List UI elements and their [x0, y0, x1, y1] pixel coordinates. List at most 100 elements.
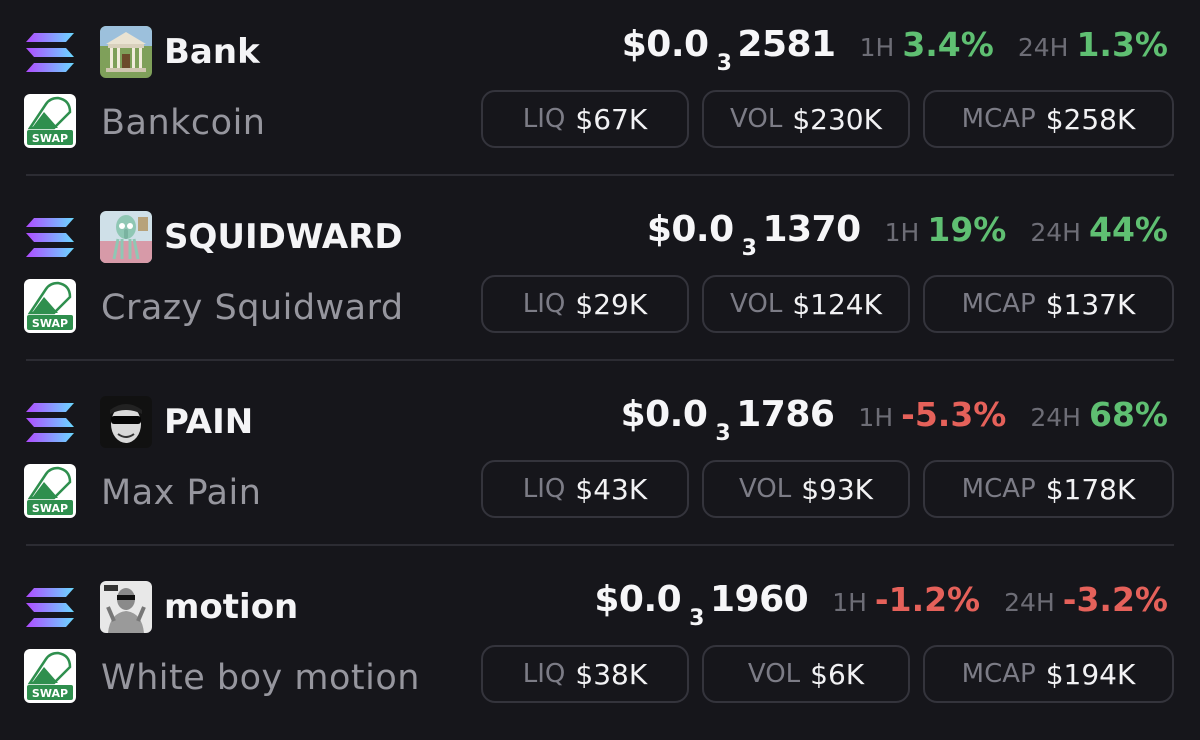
token-avatar-motion: [100, 581, 152, 633]
volume-pill: VOL $93K: [702, 460, 910, 518]
price-stats: $0.0 3 1370 1H 19% 24H 44%: [647, 209, 1168, 261]
price-prefix: $0.0: [621, 24, 709, 65]
liquidity-pill: LIQ $43K: [481, 460, 689, 518]
liquidity-pill: LIQ $67K: [481, 90, 689, 148]
swap-icon-label: SWAP: [32, 132, 68, 145]
change-24h: -3.2%: [1062, 580, 1168, 619]
liq-label: LIQ: [522, 474, 566, 504]
mcap-value: $258K: [1045, 102, 1136, 136]
solana-icon: [26, 33, 74, 72]
token-list: SWAP Bank Bankcoin $0.0 3 2581 1H 3.4% 2…: [0, 0, 1200, 724]
change-1h: -1.2%: [874, 580, 981, 619]
swap-icon: SWAP: [24, 464, 76, 518]
squidward-avatar: [100, 211, 152, 263]
token-name: White boy motion: [101, 658, 420, 698]
vol-label: VOL: [730, 104, 783, 134]
price-digits: 1960: [709, 579, 809, 620]
token-name: Max Pain: [101, 473, 262, 513]
price-stats: $0.0 3 2581 1H 3.4% 24H 1.3%: [622, 24, 1168, 76]
vol-value: $124K: [792, 287, 882, 321]
token-row[interactable]: SWAP PAIN Max Pain $0.0 3 1786 1H -5.3% …: [0, 370, 1200, 555]
market-cap-pill: MCAP $178K: [923, 460, 1174, 518]
motion-person-avatar: [100, 581, 152, 633]
period-24h-label: 24H: [1004, 588, 1055, 617]
vol-label: VOL: [747, 659, 801, 689]
row-divider: [26, 174, 1174, 176]
mcap-label: MCAP: [961, 104, 1036, 134]
liq-label: LIQ: [522, 289, 566, 319]
period-1h-label: 1H: [858, 403, 894, 432]
solana-icon: [26, 218, 74, 257]
change-24h: 44%: [1089, 210, 1168, 249]
liq-value: $29K: [575, 287, 648, 321]
swap-icon-label: SWAP: [32, 687, 68, 700]
period-24h-label: 24H: [1030, 403, 1081, 432]
price-digits: 1786: [736, 394, 835, 435]
mcap-label: MCAP: [961, 659, 1036, 689]
price-zero-count: 3: [741, 236, 757, 261]
price-prefix: $0.0: [646, 209, 734, 250]
change-24h: 1.3%: [1076, 25, 1168, 64]
market-cap-pill: MCAP $137K: [923, 275, 1174, 333]
volume-pill: VOL $230K: [702, 90, 910, 148]
price-zero-count: 3: [716, 51, 732, 76]
liq-value: $38K: [575, 657, 648, 691]
token-symbol: SQUIDWARD: [164, 217, 403, 257]
liquidity-pill: LIQ $38K: [481, 645, 689, 703]
volume-pill: VOL $124K: [702, 275, 910, 333]
price-stats: $0.0 3 1960 1H -1.2% 24H -3.2%: [594, 579, 1168, 631]
price-digits: 2581: [737, 24, 836, 65]
change-1h: 3.4%: [902, 25, 994, 64]
volume-pill: VOL $6K: [702, 645, 910, 703]
token-symbol: Bank: [164, 32, 260, 72]
liq-value: $43K: [575, 472, 648, 506]
liq-label: LIQ: [522, 659, 566, 689]
mcap-label: MCAP: [961, 289, 1036, 319]
period-24h-label: 24H: [1030, 218, 1081, 247]
liquidity-pill: LIQ $29K: [481, 275, 689, 333]
token-avatar-squidward: [100, 211, 152, 263]
vol-label: VOL: [730, 289, 783, 319]
solana-icon: [26, 588, 74, 627]
token-row[interactable]: SWAP SQUIDWARD Crazy Squidward $0.0 3 13…: [0, 185, 1200, 370]
mcap-value: $178K: [1045, 472, 1136, 506]
token-row[interactable]: SWAP Bank Bankcoin $0.0 3 2581 1H 3.4% 2…: [0, 0, 1200, 185]
row-divider: [26, 359, 1174, 361]
change-24h: 68%: [1089, 395, 1168, 434]
row-divider: [26, 544, 1174, 546]
swap-icon-label: SWAP: [32, 317, 68, 330]
token-row[interactable]: SWAP motion White boy motion $0.0 3 1960…: [0, 555, 1200, 740]
vol-value: $6K: [810, 657, 865, 691]
token-symbol: motion: [164, 587, 299, 627]
token-avatar-pain: [100, 396, 152, 448]
price-digits: 1370: [762, 209, 861, 250]
price-zero-count: 3: [689, 606, 704, 631]
price-zero-count: 3: [715, 421, 731, 446]
bank-building-avatar: [100, 26, 152, 78]
price-prefix: $0.0: [594, 579, 682, 620]
market-cap-pill: MCAP $194K: [923, 645, 1174, 703]
period-24h-label: 24H: [1017, 33, 1069, 62]
pain-face-avatar: [100, 396, 152, 448]
swap-icon: SWAP: [24, 94, 76, 148]
period-1h-label: 1H: [832, 588, 867, 617]
swap-icon-label: SWAP: [32, 502, 68, 515]
change-1h: 19%: [927, 210, 1007, 249]
mcap-value: $194K: [1045, 657, 1136, 691]
liq-value: $67K: [575, 102, 648, 136]
swap-icon: SWAP: [24, 649, 76, 703]
price-stats: $0.0 3 1786 1H -5.3% 24H 68%: [621, 394, 1168, 446]
token-symbol: PAIN: [164, 402, 254, 442]
liq-label: LIQ: [522, 104, 566, 134]
mcap-label: MCAP: [961, 474, 1036, 504]
solana-icon: [26, 403, 74, 442]
period-1h-label: 1H: [859, 33, 895, 62]
change-1h: -5.3%: [901, 395, 1007, 434]
swap-icon: SWAP: [24, 279, 76, 333]
vol-value: $230K: [792, 102, 882, 136]
vol-label: VOL: [738, 474, 792, 504]
period-1h-label: 1H: [884, 218, 920, 247]
token-name: Crazy Squidward: [101, 288, 404, 328]
vol-value: $93K: [801, 472, 874, 506]
price-prefix: $0.0: [620, 394, 708, 435]
